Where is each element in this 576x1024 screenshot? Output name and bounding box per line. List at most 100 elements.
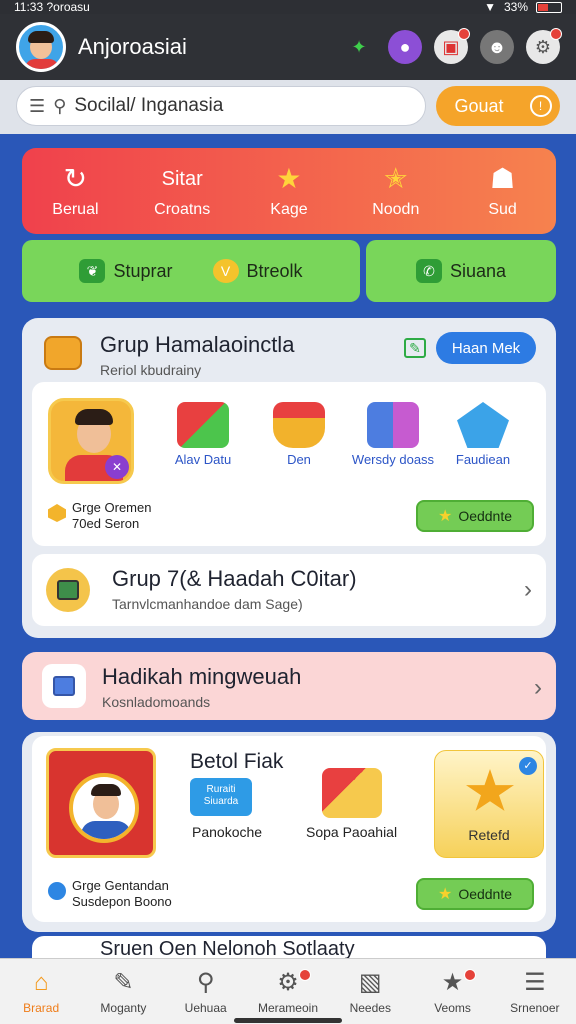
quick-action-noodn[interactable]: ✭ Noodn bbox=[351, 163, 441, 219]
tools-icon: ✕ bbox=[105, 455, 129, 479]
search-button[interactable]: Gouat ! bbox=[436, 86, 560, 126]
gift-den[interactable]: Den bbox=[256, 402, 342, 467]
users-icon: ☗ bbox=[490, 163, 516, 194]
reward-row[interactable]: Hadikah mingweuah Kosnladomoands › bbox=[22, 652, 556, 720]
notepad-icon bbox=[42, 664, 86, 708]
nav-moganty[interactable]: ✎ Moganty bbox=[88, 969, 158, 1015]
check-icon bbox=[48, 882, 66, 900]
user-icon: ⚲ bbox=[53, 95, 67, 116]
nav-badge bbox=[463, 968, 476, 981]
group-row[interactable]: Grup 7(& Haadah C0itar) Tarnvlcmanhandoe… bbox=[32, 554, 546, 626]
profile-avatar[interactable] bbox=[16, 22, 66, 72]
label-sopa-paoahial: Sopa Paoahial bbox=[306, 824, 398, 840]
pentagon-icon bbox=[457, 402, 509, 448]
menu-icon: ☰ bbox=[524, 968, 546, 996]
sitar-label: Sitar bbox=[161, 168, 203, 190]
app-title: Anjoroasiai bbox=[78, 34, 187, 59]
reward-row-subtitle: Kosnladomoands bbox=[102, 694, 211, 710]
basket-icon bbox=[273, 402, 325, 448]
bottom-info: Grge Gentandan Susdepon Boono bbox=[48, 878, 172, 910]
info-icon: ! bbox=[529, 95, 552, 117]
nav-search[interactable]: ⚲ Uehuaa bbox=[171, 969, 241, 1015]
group-row-subtitle: Tarnvlcmanhandoe dam Sage) bbox=[112, 596, 303, 612]
bottom-card: Betol Fiak Ruraiti Siuarda Panokoche Sop… bbox=[22, 732, 556, 932]
phone-icon: ✆ bbox=[415, 259, 442, 283]
group-header: Grup Hamalaoinctla Reriol kbudrainy ✎ Ha… bbox=[42, 332, 536, 388]
search-query: Socilal/ Inganasia bbox=[74, 95, 224, 116]
nav-needes[interactable]: ▧ Needes bbox=[335, 969, 405, 1015]
nav-home[interactable]: ⌂ Brarad bbox=[6, 969, 76, 1015]
group-row-title: Grup 7(& Haadah C0itar) bbox=[112, 566, 357, 591]
quick-action-sud[interactable]: ☗ Sud bbox=[458, 163, 548, 219]
settings-dot bbox=[550, 28, 562, 40]
battery-icon bbox=[536, 1, 562, 13]
green-button-row: ❦ Stuprar V Btreolk ✆ Siuana bbox=[22, 240, 556, 302]
group-action-button[interactable]: Haan Mek bbox=[436, 332, 536, 364]
star-icon: ★ bbox=[441, 968, 464, 996]
home-icon: ⌂ bbox=[33, 968, 49, 996]
bottom-title: Betol Fiak bbox=[190, 750, 284, 773]
nav-veoms[interactable]: ★ Veoms bbox=[418, 968, 488, 1015]
btreolk-button[interactable]: V Btreolk bbox=[212, 259, 303, 283]
quick-action-croatns[interactable]: Sitar Croatns bbox=[137, 163, 227, 219]
reward-row-title: Hadikah mingweuah bbox=[102, 664, 302, 689]
reward-card[interactable]: ✓ Retefd bbox=[434, 750, 544, 858]
framed-avatar[interactable] bbox=[46, 748, 156, 858]
gift-faudiean[interactable]: Faudiean bbox=[440, 402, 526, 467]
quick-action-berual[interactable]: ↻ Berual bbox=[30, 163, 120, 219]
group-subtitle: Reriol kbudrainy bbox=[100, 362, 202, 378]
search-input[interactable]: ☰ ⚲ Socilal/ Inganasia bbox=[16, 86, 426, 126]
search-icon: ⚲ bbox=[196, 968, 215, 996]
badge-icon: V bbox=[212, 259, 239, 283]
quick-actions-bar: ↻ Berual Sitar Croatns ★ Kage ✭ Noodn ☗ Sud bbox=[22, 148, 556, 234]
gift-alav-datu[interactable]: Alav Datu bbox=[160, 402, 246, 467]
edit-icon[interactable]: ✎ bbox=[404, 338, 426, 358]
search-button-label: Gouat bbox=[454, 95, 504, 116]
ghost-icon[interactable]: ☻ bbox=[480, 30, 514, 64]
partial-row[interactable]: Sruen Oen Nelonoh Sotlaaty bbox=[32, 936, 546, 960]
sparkle-star-icon: ✭ bbox=[384, 163, 408, 194]
wand-icon[interactable]: ✦ bbox=[342, 30, 376, 64]
chevron-right-icon: › bbox=[524, 576, 532, 603]
battery-percent: 33% bbox=[503, 0, 528, 14]
verified-icon: ✓ bbox=[519, 757, 537, 775]
star-icon: ★ bbox=[437, 508, 453, 525]
refresh-icon: ↻ bbox=[63, 163, 88, 194]
reward-card-label: Retefd bbox=[468, 827, 510, 843]
quick-action-kage[interactable]: ★ Kage bbox=[244, 163, 334, 219]
notification-icon[interactable]: ▣ bbox=[434, 28, 470, 64]
star-icon bbox=[466, 769, 514, 811]
blue-badge: Ruraiti Siuarda bbox=[190, 778, 252, 816]
partial-row-title: Sruen Oen Nelonoh Sotlaaty bbox=[100, 938, 355, 960]
top-app-bar: Anjoroasiai ✦ ● ▣ ☻ ⚙ bbox=[0, 14, 576, 80]
blocks-icon bbox=[367, 402, 419, 448]
checkin-button-2[interactable]: ★ Oeddnte bbox=[416, 878, 534, 910]
gift-wersdy-doass[interactable]: Wersdy doass bbox=[338, 402, 448, 467]
settings-icon[interactable]: ⚙ bbox=[526, 28, 562, 64]
gamepad-icon[interactable]: ● bbox=[388, 30, 422, 64]
gear-icon: ⚙ bbox=[277, 968, 299, 996]
leaf-icon: ❦ bbox=[79, 259, 106, 283]
tablet-icon bbox=[46, 568, 90, 612]
menu-icon[interactable]: ☰ bbox=[29, 96, 45, 117]
chest-icon bbox=[44, 336, 82, 370]
checkin-button[interactable]: ★ Oeddnte bbox=[416, 500, 534, 532]
gift-box-icon bbox=[177, 402, 229, 448]
edit-icon: ✎ bbox=[113, 968, 134, 996]
siuana-button[interactable]: ✆ Siuana bbox=[366, 240, 556, 302]
label-panokoche: Panokoche bbox=[192, 824, 263, 840]
bottom-panel: Betol Fiak Ruraiti Siuarda Panokoche Sop… bbox=[32, 736, 546, 922]
stuprar-button[interactable]: ❦ Stuprar bbox=[79, 259, 173, 283]
home-indicator[interactable] bbox=[234, 1018, 342, 1023]
gift-panel: ✕ Alav Datu Den Wersdy doass Faudiean Gr… bbox=[32, 382, 546, 546]
notification-dot bbox=[458, 28, 470, 40]
group-card: Grup Hamalaoinctla Reriol kbudrainy ✎ Ha… bbox=[22, 318, 556, 638]
chart-icon: ▧ bbox=[358, 968, 382, 996]
nav-badge bbox=[298, 968, 311, 981]
guitar-avatar[interactable]: ✕ bbox=[48, 398, 134, 484]
wifi-icon: ▼ bbox=[484, 0, 496, 14]
chevron-right-icon: › bbox=[534, 674, 542, 701]
nav-menu[interactable]: ☰ Srnenoer bbox=[500, 969, 570, 1015]
gift-art-icon bbox=[322, 768, 382, 818]
nav-settings[interactable]: ⚙ Merameoin bbox=[253, 968, 323, 1015]
